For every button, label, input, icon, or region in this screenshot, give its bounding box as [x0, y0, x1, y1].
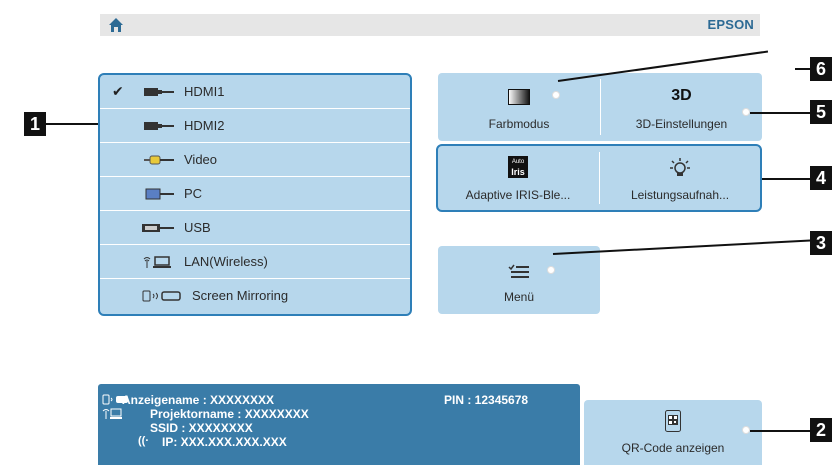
color-mode-icon — [508, 89, 530, 105]
settings-group-top: Farbmodus 3D 3D-Einstellungen — [438, 73, 762, 141]
auto-iris-icon: Auto Iris — [508, 156, 528, 178]
callout-3: 3 — [810, 231, 832, 255]
source-item-hdmi1[interactable]: ✔ HDMI1 — [100, 75, 410, 109]
callout-1: 1 — [24, 112, 46, 136]
top-bar: EPSON — [100, 14, 760, 36]
pin-text: PIN : 12345678 — [444, 393, 529, 407]
callout-leader — [795, 68, 810, 70]
display-name-text: Anzeigename : XXXXXXXX — [122, 393, 275, 407]
source-item-lan[interactable]: LAN(Wireless) — [100, 245, 410, 279]
callout-dot — [742, 426, 750, 434]
source-item-video[interactable]: Video — [100, 143, 410, 177]
source-item-screen-mirroring[interactable]: Screen Mirroring — [100, 279, 410, 313]
callout-leader — [762, 178, 810, 180]
callout-leader — [46, 123, 98, 125]
usb-connector-icon — [142, 224, 174, 232]
menu-label: Menü — [503, 290, 535, 304]
source-item-hdmi2[interactable]: HDMI2 — [100, 109, 410, 143]
screen-mirroring-icon — [142, 290, 181, 302]
3d-settings-label: 3D-Einstellungen — [635, 117, 728, 131]
3d-icon: 3D — [671, 87, 692, 104]
ssid-text: SSID : XXXXXXXX — [150, 421, 253, 435]
source-label: Screen Mirroring — [192, 288, 289, 303]
callout-leader — [750, 430, 810, 432]
source-label: HDMI2 — [184, 118, 225, 133]
video-connector-icon — [144, 155, 174, 165]
menu-list-icon — [508, 264, 529, 278]
callout-dot — [742, 108, 750, 116]
color-mode-tile[interactable]: Farbmodus — [438, 73, 600, 141]
adaptive-iris-tile[interactable]: Auto Iris Adaptive IRIS-Ble... — [438, 146, 598, 210]
pc-connector-icon — [145, 188, 174, 200]
hdmi-connector-icon — [144, 122, 174, 130]
projector-name-text: Projektorname : XXXXXXXX — [150, 407, 309, 421]
3d-settings-tile[interactable]: 3D 3D-Einstellungen — [601, 73, 762, 141]
qr-code-icon — [665, 410, 681, 432]
lan-wireless-icon — [143, 256, 171, 268]
network-info-panel: Anzeigename : XXXXXXXX Projektorname : X… — [98, 384, 580, 465]
hdmi-connector-icon — [144, 88, 174, 96]
source-label: USB — [184, 220, 211, 235]
lamp-power-icon — [670, 158, 690, 176]
wifi-icon: ((· — [138, 435, 149, 447]
callout-dot — [547, 266, 555, 274]
callout-4: 4 — [810, 166, 832, 190]
power-consumption-tile[interactable]: Leistungsaufnah... — [600, 146, 760, 210]
callout-leader — [750, 112, 810, 114]
lan-wireless-icon — [102, 408, 122, 419]
check-icon: ✔ — [112, 83, 124, 99]
qr-code-label: QR-Code anzeigen — [621, 441, 725, 455]
color-mode-label: Farbmodus — [488, 117, 550, 131]
source-label: Video — [184, 152, 218, 167]
source-item-pc[interactable]: PC — [100, 177, 410, 211]
power-consumption-label: Leistungsaufnah... — [630, 188, 730, 202]
qr-code-tile[interactable]: QR-Code anzeigen — [584, 400, 762, 465]
adaptive-iris-label: Adaptive IRIS-Ble... — [465, 188, 571, 202]
menu-tile[interactable]: Menü — [438, 246, 600, 314]
callout-6: 6 — [810, 57, 832, 81]
source-label: PC — [184, 186, 203, 201]
home-icon[interactable] — [108, 17, 124, 33]
source-label: LAN(Wireless) — [184, 254, 268, 269]
settings-group-middle: Auto Iris Adaptive IRIS-Ble... Leistungs… — [436, 144, 762, 212]
source-list: ✔ HDMI1 HDMI2 Video PC USB LAN(Wireless)… — [98, 73, 412, 316]
source-label: HDMI1 — [184, 84, 225, 99]
ip-text: IP: XXX.XXX.XXX.XXX — [162, 435, 287, 449]
callout-5: 5 — [810, 100, 832, 124]
source-item-usb[interactable]: USB — [100, 211, 410, 245]
brand-logo: EPSON — [707, 17, 754, 32]
callout-dot — [552, 91, 560, 99]
callout-2: 2 — [810, 418, 832, 442]
